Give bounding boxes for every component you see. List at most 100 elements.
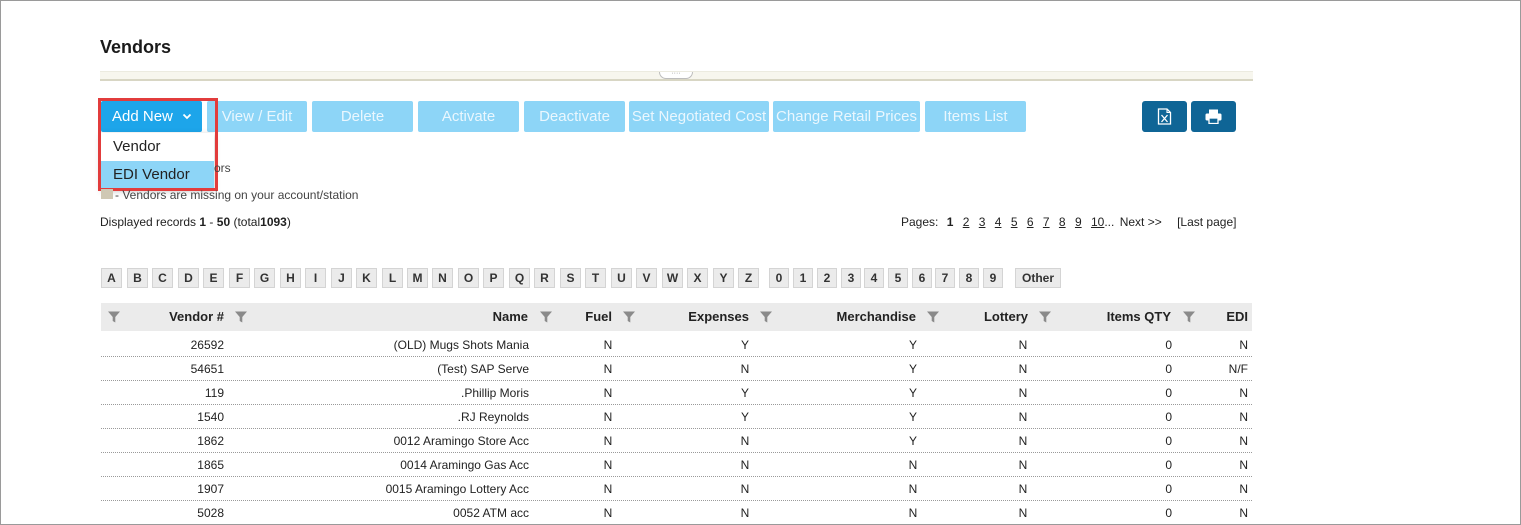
filter-icon[interactable] <box>107 310 121 324</box>
items-list-button[interactable]: Items List <box>925 101 1026 132</box>
header-expenses[interactable]: Expenses <box>641 303 749 331</box>
cell-edi: N <box>1239 434 1248 448</box>
table-row[interactable]: 5028 0052 ATM acc N N N N 0 N <box>101 501 1252 525</box>
splitter-bar[interactable]: ···· <box>100 70 1253 81</box>
header-lottery[interactable]: Lottery <box>943 303 1028 331</box>
alpha-filter-button[interactable]: E <box>203 268 224 288</box>
cell-expenses: Y <box>740 386 749 400</box>
cell-name: .Phillip Moris <box>460 386 529 400</box>
filter-icon[interactable] <box>234 310 248 324</box>
add-new-dropdown-menu: Vendor EDI Vendor <box>101 133 214 189</box>
cell-expenses: Y <box>740 410 749 424</box>
set-negotiated-cost-button[interactable]: Set Negotiated Cost <box>629 101 769 132</box>
page-current: 1 <box>946 215 954 229</box>
splitter-handle[interactable]: ···· <box>659 70 693 79</box>
alpha-filter-button[interactable]: W <box>662 268 683 288</box>
add-new-button[interactable]: Add New <box>101 101 202 132</box>
page-link[interactable]: 6 <box>1027 215 1034 229</box>
alpha-filter-button[interactable]: C <box>152 268 173 288</box>
header-vendor-number[interactable]: Vendor # <box>121 303 224 331</box>
alpha-filter-button[interactable]: V <box>636 268 657 288</box>
filter-icon[interactable] <box>1182 310 1196 324</box>
alpha-filter-button[interactable]: 7 <box>935 268 955 288</box>
header-merchandise[interactable]: Merchandise <box>776 303 916 331</box>
menu-item-edi-vendor[interactable]: EDI Vendor <box>101 161 214 189</box>
alpha-filter-button[interactable]: R <box>534 268 555 288</box>
deactivate-button[interactable]: Deactivate <box>524 101 625 132</box>
cell-lottery: N <box>1018 434 1028 448</box>
alpha-filter-button[interactable]: K <box>356 268 377 288</box>
alpha-filter-button[interactable]: Z <box>738 268 759 288</box>
alpha-filter-button[interactable]: O <box>458 268 479 288</box>
table-row[interactable]: 1862 0012 Aramingo Store Acc N N Y N 0 N <box>101 429 1252 453</box>
view-edit-button[interactable]: View / Edit <box>207 101 307 132</box>
alpha-filter-button[interactable]: A <box>101 268 122 288</box>
alpha-filter-button[interactable]: D <box>178 268 199 288</box>
page-link[interactable]: 2 <box>963 215 970 229</box>
page-link[interactable]: 7 <box>1043 215 1050 229</box>
delete-button[interactable]: Delete <box>312 101 413 132</box>
excel-export-button[interactable] <box>1142 101 1187 132</box>
alpha-filter-button[interactable]: M <box>407 268 428 288</box>
alpha-filter-button[interactable]: N <box>432 268 453 288</box>
filter-icon[interactable] <box>759 310 773 324</box>
alpha-filter-button[interactable]: J <box>331 268 352 288</box>
alpha-filter-button[interactable]: Other <box>1015 268 1061 288</box>
cell-vendor-number: 1907 <box>197 482 224 496</box>
table-row[interactable]: 1865 0014 Aramingo Gas Acc N N N N 0 N <box>101 453 1252 477</box>
table-row[interactable]: 1540 .RJ Reynolds N Y Y N 0 N <box>101 405 1252 429</box>
page-link[interactable]: 3 <box>979 215 986 229</box>
cell-lottery: N <box>1018 458 1028 472</box>
filter-icon[interactable] <box>622 310 636 324</box>
page-link[interactable]: 9 <box>1075 215 1082 229</box>
alpha-filter-button[interactable]: G <box>254 268 275 288</box>
alpha-filter-button[interactable]: 1 <box>793 268 813 288</box>
table-row[interactable]: 1907 0015 Aramingo Lottery Acc N N N N 0 N <box>101 477 1252 501</box>
menu-item-vendor[interactable]: Vendor <box>101 133 214 161</box>
alpha-filter-button[interactable]: L <box>382 268 403 288</box>
filter-icon[interactable] <box>539 310 553 324</box>
alpha-filter-button[interactable]: T <box>585 268 606 288</box>
change-retail-prices-button[interactable]: Change Retail Prices <box>773 101 920 132</box>
header-edi[interactable]: EDI <box>1199 303 1248 331</box>
activate-button[interactable]: Activate <box>418 101 519 132</box>
page-link[interactable]: 8 <box>1059 215 1066 229</box>
table-row[interactable]: 119 .Phillip Moris N Y Y N 0 N <box>101 381 1252 405</box>
alpha-filter-button[interactable]: I <box>305 268 326 288</box>
table-row[interactable]: 54651 (Test) SAP Serve N N Y N 0 N/F <box>101 357 1252 381</box>
alpha-filter-button[interactable]: U <box>611 268 632 288</box>
alpha-filter-button[interactable]: P <box>483 268 504 288</box>
page-link[interactable]: 5 <box>1011 215 1018 229</box>
alpha-filter-button[interactable]: F <box>229 268 250 288</box>
alpha-filter-button[interactable]: 9 <box>983 268 1003 288</box>
last-page-link[interactable]: [Last page] <box>1177 215 1236 229</box>
header-items-qty[interactable]: Items QTY <box>1056 303 1171 331</box>
alpha-filter-button[interactable]: B <box>127 268 148 288</box>
alpha-filter-button[interactable]: Q <box>509 268 530 288</box>
cell-edi: N/F <box>1228 362 1248 376</box>
filter-icon[interactable] <box>926 310 940 324</box>
alpha-filter-button[interactable]: 0 <box>769 268 789 288</box>
table-row[interactable]: 26592 (OLD) Mugs Shots Mania N Y Y N 0 N <box>101 333 1252 357</box>
alpha-filter-button[interactable]: 4 <box>864 268 884 288</box>
page-link[interactable]: 10 <box>1091 215 1104 229</box>
alpha-filter-button[interactable]: 2 <box>817 268 837 288</box>
alpha-filter-button[interactable]: 5 <box>888 268 908 288</box>
alpha-filter-button[interactable]: 6 <box>912 268 932 288</box>
cell-items-qty: 0 <box>1165 506 1172 520</box>
alpha-filter-button[interactable]: Y <box>713 268 734 288</box>
page-link[interactable]: 4 <box>995 215 1002 229</box>
alpha-filter-button[interactable]: S <box>560 268 581 288</box>
cell-items-qty: 0 <box>1165 434 1172 448</box>
print-button[interactable] <box>1191 101 1236 132</box>
alpha-filter-button[interactable]: H <box>280 268 301 288</box>
header-fuel[interactable]: Fuel <box>556 303 612 331</box>
cell-lottery: N <box>1018 362 1028 376</box>
alpha-filter-button[interactable]: 8 <box>959 268 979 288</box>
alpha-filter-button[interactable]: X <box>687 268 708 288</box>
header-name[interactable]: Name <box>251 303 528 331</box>
records-summary: Displayed records 1 - 50 (total1093) <box>100 215 291 229</box>
alpha-filter-button[interactable]: 3 <box>841 268 861 288</box>
next-page-link[interactable]: Next >> <box>1120 215 1162 229</box>
filter-icon[interactable] <box>1038 310 1052 324</box>
